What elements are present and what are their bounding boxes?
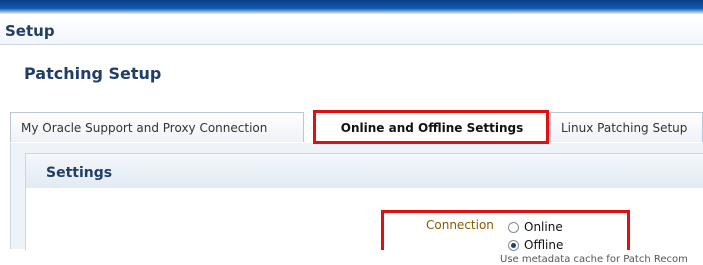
connection-highlight-box bbox=[381, 210, 630, 250]
tab-highlight-box bbox=[313, 110, 549, 144]
page-title: Patching Setup bbox=[24, 64, 162, 83]
settings-header bbox=[26, 154, 703, 188]
connection-hint: Use metadata cache for Patch Recom bbox=[500, 254, 688, 265]
tab-my-oracle-support[interactable]: My Oracle Support and Proxy Connection bbox=[10, 112, 304, 142]
settings-title: Settings bbox=[46, 165, 113, 181]
header-title: Setup bbox=[0, 17, 703, 45]
top-banner bbox=[0, 0, 703, 14]
tab-linux-patching-setup[interactable]: Linux Patching Setup bbox=[550, 112, 703, 142]
